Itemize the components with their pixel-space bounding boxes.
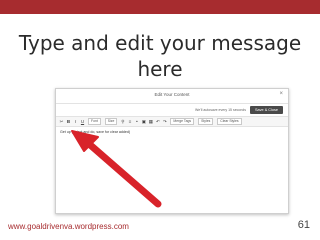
size-select[interactable]: Size: [104, 118, 118, 125]
dialog-header: Edit Your Content ×: [56, 89, 288, 104]
clear-styles-select[interactable]: Clear Styles: [217, 118, 242, 125]
slide-title: Type and edit your message here: [18, 31, 302, 81]
bold-icon[interactable]: B: [66, 117, 71, 126]
content-editor[interactable]: Get up (select and do, save for clear ad…: [56, 127, 288, 213]
table-icon[interactable]: ▦: [148, 117, 153, 126]
image-icon[interactable]: ▣: [141, 117, 146, 126]
editor-text[interactable]: Get up (select and do, save for clear ad…: [60, 130, 284, 134]
italic-icon[interactable]: I: [73, 117, 78, 126]
font-select[interactable]: Font: [88, 118, 101, 125]
redo-icon[interactable]: ↷: [162, 117, 167, 126]
align-left-icon[interactable]: ≡: [127, 117, 132, 126]
close-icon[interactable]: ×: [279, 91, 283, 97]
footer-url: www.goaldrivenva.wordpress.com: [8, 222, 129, 231]
link-icon[interactable]: ⚲: [120, 117, 125, 126]
merge-tags-select[interactable]: Merge Tags: [170, 118, 195, 125]
bullets-icon[interactable]: •: [134, 117, 139, 126]
cut-icon[interactable]: ✂: [59, 117, 64, 126]
top-accent-bar: [0, 0, 320, 14]
slide-page-number: 61: [297, 219, 310, 231]
editor-toolbar: ✂ B I U Font Size ⚲ ≡ • ▣ ▦ ↶ ↷ Merge Ta…: [56, 116, 288, 127]
dialog-status-bar: We'll autosave every 15 seconds Save & C…: [56, 104, 288, 116]
undo-icon[interactable]: ↶: [155, 117, 160, 126]
autosave-status: We'll autosave every 15 seconds: [195, 108, 246, 112]
save-close-button[interactable]: Save & Close: [250, 106, 283, 114]
styles-select[interactable]: Styles: [198, 118, 214, 125]
underline-icon[interactable]: U: [80, 117, 85, 126]
dialog-title: Edit Your Content: [154, 92, 190, 97]
edit-content-dialog: Edit Your Content × We'll autosave every…: [55, 88, 289, 214]
